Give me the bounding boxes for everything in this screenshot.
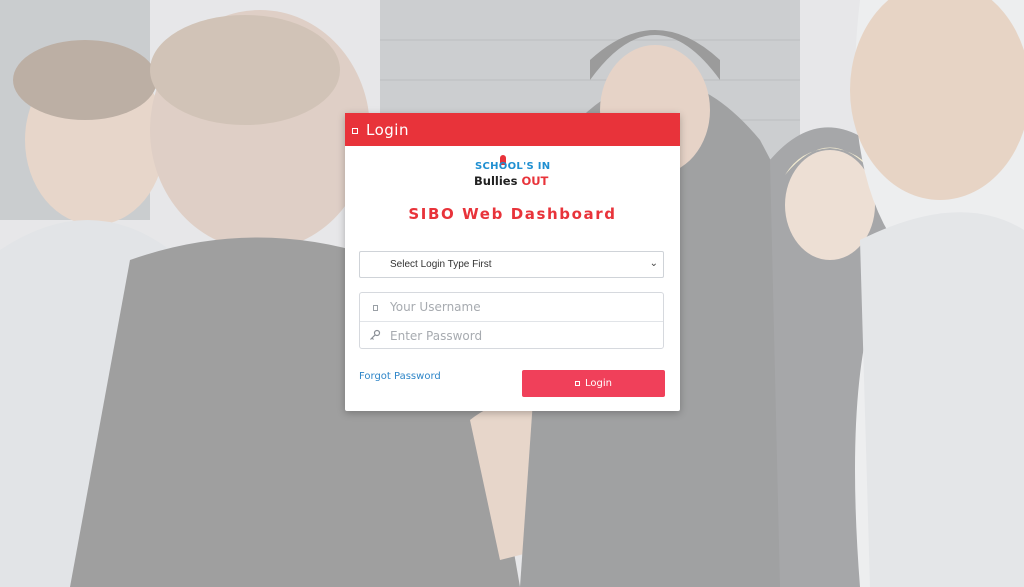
key-icon bbox=[360, 329, 390, 344]
sibo-logo: SCHOOL'S IN Bullies OUT bbox=[473, 155, 553, 191]
login-type-selected-value: Select Login Type First bbox=[390, 259, 492, 270]
key-icon-svg bbox=[370, 329, 381, 340]
username-row bbox=[360, 293, 663, 321]
logo-line-2-bullies: Bullies bbox=[474, 174, 522, 188]
page-title: SIBO Web Dashboard bbox=[408, 205, 617, 223]
logo-line-2-out: OUT bbox=[521, 174, 549, 188]
chevron-down-icon: ⌄ bbox=[649, 258, 658, 269]
password-input[interactable] bbox=[390, 329, 640, 343]
card-header: Login bbox=[345, 113, 680, 146]
login-type-select[interactable]: Select Login Type First ⌄ bbox=[359, 251, 664, 278]
card-header-title: Login bbox=[366, 120, 409, 139]
login-icon bbox=[352, 127, 358, 134]
credentials-group bbox=[359, 292, 664, 349]
login-button[interactable]: Login bbox=[522, 370, 665, 397]
logo-line-2: Bullies OUT bbox=[474, 174, 548, 188]
username-input[interactable] bbox=[390, 300, 640, 314]
password-row bbox=[360, 321, 663, 350]
login-button-label: Login bbox=[585, 378, 612, 389]
logo-line-1: SCHOOL'S IN bbox=[475, 161, 551, 172]
login-card: Login SCHOOL'S IN Bullies OUT SIBO Web D… bbox=[345, 113, 680, 411]
sign-in-icon bbox=[575, 381, 580, 386]
user-icon bbox=[360, 301, 390, 314]
forgot-password-link[interactable]: Forgot Password bbox=[359, 371, 441, 382]
